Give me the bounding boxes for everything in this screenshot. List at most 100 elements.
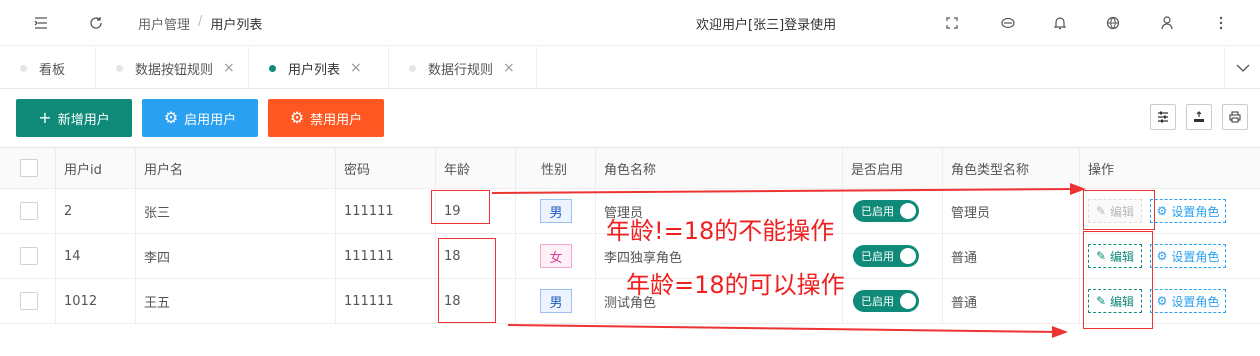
enable-user-label: 启用用户 [184,112,237,128]
cell-role-type: 管理员 [943,189,1080,233]
row-select-cell [0,189,56,233]
fullscreen-icon[interactable] [941,12,963,34]
tab-close-icon[interactable]: × [503,60,515,76]
column-header[interactable]: 角色名称 [596,148,843,188]
gear-icon: ⚙ [289,108,305,127]
row-checkbox[interactable] [20,202,38,220]
annotation-box-age-19 [431,190,490,224]
sex-tag: 女 [540,244,572,268]
row-checkbox[interactable] [20,292,38,310]
table-header-row: 用户id 用户名 密码 年龄 性别 角色名称 是否启用 角色类型名称 操作 [0,148,1260,189]
set-role-button[interactable]: ⚙ 设置角色 [1150,199,1226,223]
column-header[interactable]: 性别 [516,148,596,188]
breadcrumb-current: 用户列表 [210,18,263,33]
switch-knob [900,248,916,264]
top-header: 用户管理 / 用户列表 欢迎用户[张三]登录使用 [0,0,1260,46]
switch-label: 已启用 [861,250,894,263]
chevron-down-icon[interactable] [1224,47,1260,89]
cell-password: 111111 [336,279,436,323]
tab-dot-icon [20,64,27,72]
column-header[interactable]: 密码 [336,148,436,188]
cell-user-id: 2 [56,189,136,233]
cell-password: 111111 [336,189,436,233]
disable-user-label: 禁用用户 [310,112,363,128]
enable-user-button[interactable]: ⚙ 启用用户 [142,99,258,137]
theme-icon[interactable] [997,12,1019,34]
tab-bar: 看板 数据按钮规则 × 用户列表 × 数据行规则 × [0,47,1260,89]
annotation-box-edit-disabled [1083,190,1155,230]
sex-tag: 男 [540,199,572,223]
tab-close-icon[interactable]: × [223,60,235,76]
welcome-text: 欢迎用户[张三]登录使用 [696,18,837,33]
column-header[interactable]: 是否启用 [843,148,943,188]
tab-data-button-rules[interactable]: 数据按钮规则 × [96,47,249,89]
cell-role-type: 普通 [943,279,1080,323]
tab-dot-icon [409,64,416,72]
set-role-button[interactable]: ⚙ 设置角色 [1150,244,1226,268]
gear-icon: ⚙ [1156,204,1168,218]
cell-role-type: 普通 [943,234,1080,278]
disable-user-button[interactable]: ⚙ 禁用用户 [268,99,384,137]
column-header[interactable]: 用户id [56,148,136,188]
gear-icon: ⚙ [1156,294,1168,308]
add-user-button[interactable]: + 新增用户 [16,99,132,137]
tab-dashboard[interactable]: 看板 [0,47,96,89]
bell-icon[interactable] [1049,12,1071,34]
set-role-label: 设置角色 [1171,294,1220,309]
tab-dot-icon [116,64,123,72]
cell-user-id: 14 [56,234,136,278]
set-role-label: 设置角色 [1171,204,1220,219]
breadcrumb-separator: / [198,14,203,29]
select-all-cell [0,148,56,188]
user-icon[interactable] [1156,12,1178,34]
tab-label: 用户列表 [288,62,341,78]
tab-user-list[interactable]: 用户列表 × [249,47,389,89]
tab-data-row-rules[interactable]: 数据行规则 × [389,47,537,89]
breadcrumb-parent[interactable]: 用户管理 [138,14,190,33]
set-role-button[interactable]: ⚙ 设置角色 [1150,289,1226,313]
column-filter-icon[interactable] [1150,104,1176,130]
switch-label: 已启用 [861,205,894,218]
export-icon[interactable] [1186,104,1212,130]
tab-label: 数据行规则 [428,62,494,78]
tab-label: 数据按钮规则 [135,62,214,78]
row-select-cell [0,234,56,278]
column-header[interactable]: 角色类型名称 [943,148,1080,188]
enabled-switch[interactable]: 已启用 [853,245,919,267]
breadcrumb: 用户管理 / 用户列表 [138,14,262,33]
cell-user-id: 1012 [56,279,136,323]
enabled-switch[interactable]: 已启用 [853,200,919,222]
refresh-icon[interactable] [85,12,107,34]
cell-user-name: 张三 [136,189,336,233]
select-all-checkbox[interactable] [20,159,38,177]
column-header[interactable]: 年龄 [436,148,516,188]
annotation-box-age-18 [438,238,496,323]
cell-password: 111111 [336,234,436,278]
tab-close-icon[interactable]: × [350,60,362,76]
set-role-label: 设置角色 [1171,249,1220,264]
row-select-cell [0,279,56,323]
plus-icon: + [38,108,52,127]
annotation-note-not-operable: 年龄!=18的不能操作 [606,217,835,245]
cell-user-name: 李四 [136,234,336,278]
tab-dot-icon [269,64,276,72]
switch-knob [900,203,916,219]
cell-sex: 女 [516,234,596,278]
menu-toggle-icon[interactable] [30,12,52,34]
print-icon[interactable] [1222,104,1248,130]
enabled-switch[interactable]: 已启用 [853,290,919,312]
annotation-box-edit-enabled [1083,231,1153,329]
cell-sex: 男 [516,189,596,233]
more-icon[interactable] [1210,12,1232,34]
row-checkbox[interactable] [20,247,38,265]
user-table: 用户id 用户名 密码 年龄 性别 角色名称 是否启用 角色类型名称 操作 2 … [0,147,1260,324]
column-header[interactable]: 操作 [1080,148,1260,188]
cell-sex: 男 [516,279,596,323]
switch-knob [900,293,916,309]
annotation-note-operable: 年龄=18的可以操作 [626,271,845,299]
column-header[interactable]: 用户名 [136,148,336,188]
tab-label: 看板 [39,62,66,78]
globe-icon[interactable] [1102,12,1124,34]
gear-icon: ⚙ [1156,249,1168,263]
cell-enabled: 已启用 [843,234,943,278]
